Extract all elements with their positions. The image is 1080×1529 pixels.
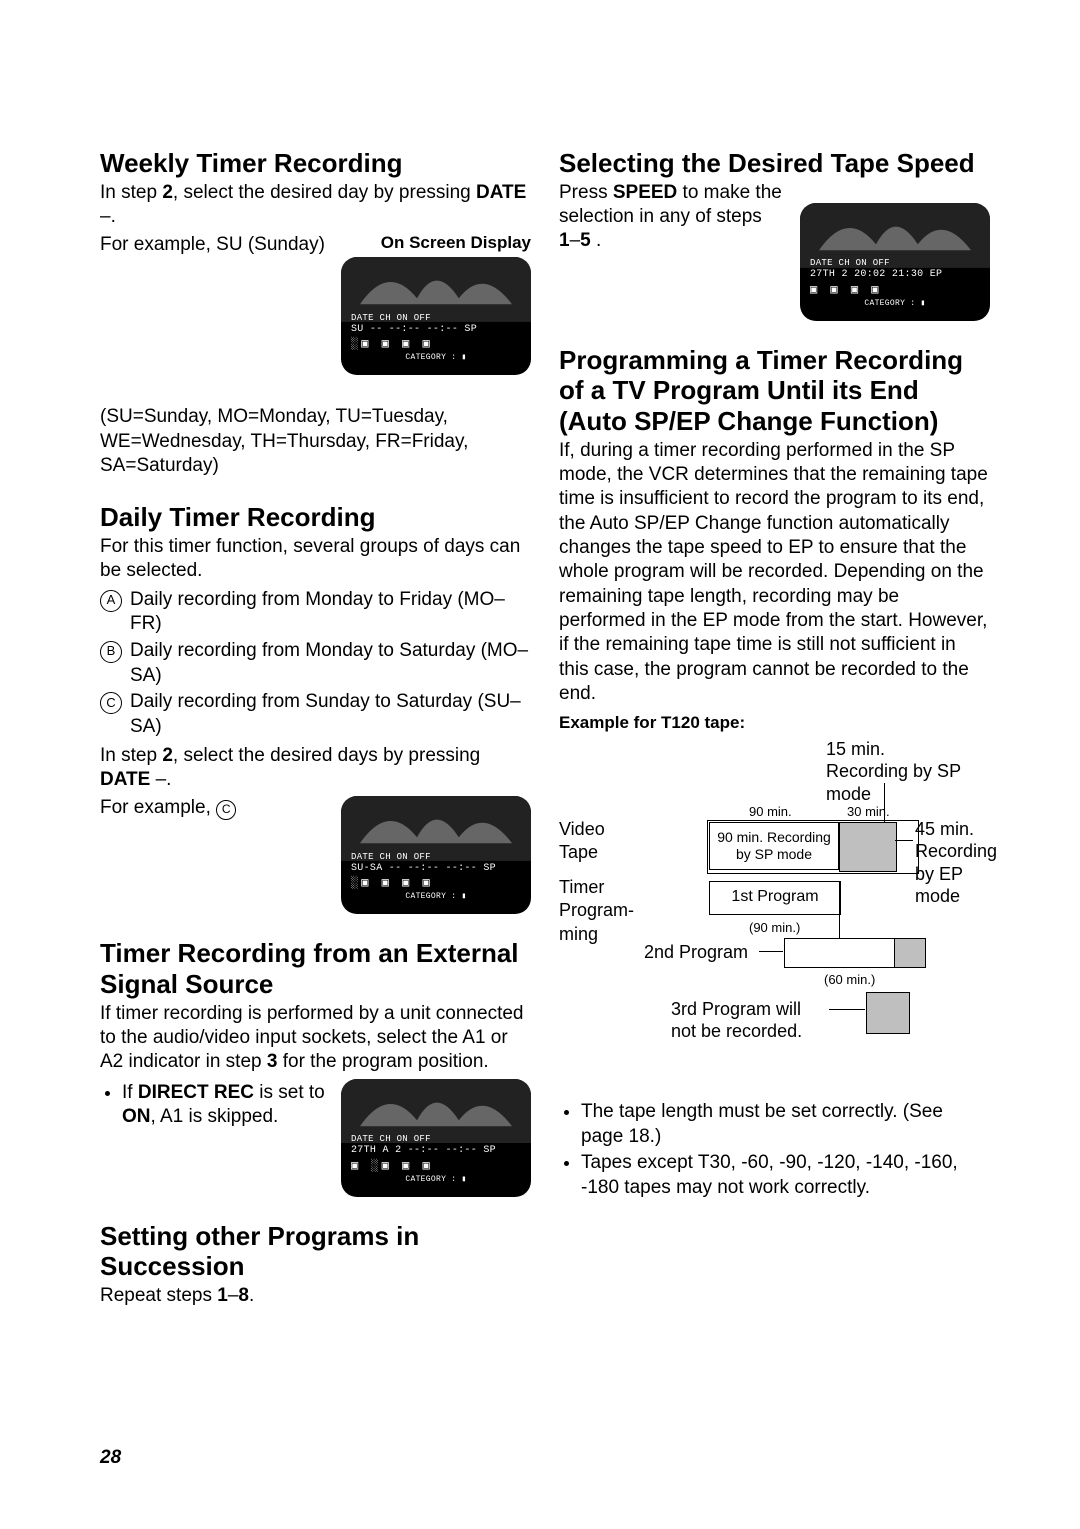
external-with-tv: If DIRECT REC is set to ON, A1 is skippe… bbox=[100, 1079, 531, 1197]
daily-with-tv: For example, C DATE CH ON OFF bbox=[100, 796, 531, 914]
weekly-heading: Weekly Timer Recording bbox=[100, 148, 531, 179]
list-item: B Daily recording from Monday to Saturda… bbox=[100, 639, 531, 688]
speed-p1: Press SPEED to make the selection in any… bbox=[559, 181, 788, 254]
daily-heading: Daily Timer Recording bbox=[100, 502, 531, 533]
succession-heading: Setting other Programs in Succession bbox=[100, 1221, 531, 1282]
auto-bullet: The tape length must be set correctly. (… bbox=[581, 1100, 990, 1149]
auto-section: Programming a Timer Recording of a TV Pr… bbox=[559, 345, 990, 1201]
osd-icons: ░▣ ▣ ▣ ▣ bbox=[351, 337, 521, 352]
tv-screenshot-icon: DATE CH ON OFF 27TH 2 20:02 21:30 EP ▣ ▣… bbox=[800, 203, 990, 321]
tv-screenshot-icon: DATE CH ON OFF SU -- --:-- --:-- SP ░▣ ▣… bbox=[341, 257, 531, 375]
d-60m: (60 min.) bbox=[824, 972, 875, 987]
d-3rd-box bbox=[866, 992, 910, 1034]
weekly-example: For example, SU (Sunday) bbox=[100, 233, 329, 257]
manual-page: Weekly Timer Recording In step 2, select… bbox=[0, 0, 1080, 1529]
columns: Weekly Timer Recording In step 2, select… bbox=[100, 148, 990, 1332]
example-label: Example for T120 tape: bbox=[559, 712, 990, 734]
auto-p1: If, during a timer recording performed i… bbox=[559, 439, 990, 706]
d-timer: TimerProgram-ming bbox=[559, 876, 634, 946]
d-45: 45 min.Recordingby EPmode bbox=[915, 818, 997, 908]
line-icon bbox=[839, 881, 840, 941]
circle-b-icon: B bbox=[100, 641, 122, 663]
left-column: Weekly Timer Recording In step 2, select… bbox=[100, 148, 531, 1332]
d-30min: 30 min. bbox=[847, 804, 890, 819]
weekly-section: Weekly Timer Recording In step 2, select… bbox=[100, 148, 531, 478]
external-bullet: If DIRECT REC is set to ON, A1 is skippe… bbox=[122, 1081, 329, 1130]
osd-label: On Screen Display bbox=[341, 233, 531, 253]
d-2nd-label: 2nd Program bbox=[644, 942, 748, 963]
d-90min: 90 min. bbox=[749, 804, 792, 819]
osd-icons: ░▣ ▣ ▣ ▣ bbox=[351, 876, 521, 891]
list-item: A Daily recording from Monday to Friday … bbox=[100, 588, 531, 637]
d-top-15: 15 min. Recording by SP mode bbox=[826, 738, 969, 806]
d-2nd-box-gray bbox=[894, 938, 926, 968]
auto-bullet: Tapes except T30, -60, -90, -120, -140, … bbox=[581, 1151, 990, 1200]
weekly-p1: In step 2, select the desired day by pre… bbox=[100, 181, 531, 230]
d-2nd-box bbox=[784, 938, 896, 968]
speed-with-tv: Press SPEED to make the selection in any… bbox=[559, 181, 990, 321]
page-number: 28 bbox=[100, 1447, 121, 1469]
speed-section: Selecting the Desired Tape Speed Press S… bbox=[559, 148, 990, 321]
circle-c-icon: C bbox=[100, 692, 122, 714]
d-video: VideoTape bbox=[559, 818, 605, 865]
d-90m: (90 min.) bbox=[749, 920, 800, 935]
external-heading: Timer Recording from an External Signal … bbox=[100, 938, 531, 999]
osd-icons: ▣ ░▣ ▣ ▣ bbox=[351, 1159, 521, 1174]
tv-screenshot-icon: DATE CH ON OFF SU-SA -- --:-- --:-- SP ░… bbox=[341, 796, 531, 914]
daily-example: For example, C bbox=[100, 796, 329, 820]
weekly-days: (SU=Sunday, MO=Monday, TU=Tuesday, WE=We… bbox=[100, 405, 531, 478]
external-p1: If timer recording is performed by a uni… bbox=[100, 1002, 531, 1075]
tape-outline bbox=[707, 820, 919, 874]
line-icon bbox=[829, 1009, 865, 1010]
succession-p1: Repeat steps 1–8. bbox=[100, 1284, 531, 1308]
external-section: Timer Recording from an External Signal … bbox=[100, 938, 531, 1196]
d-1st: 1st Program bbox=[709, 881, 841, 915]
osd-icons: ▣ ▣ ▣ ▣ bbox=[810, 283, 980, 298]
weekly-with-tv: For example, SU (Sunday) On Screen Displ… bbox=[100, 233, 531, 375]
right-column: Selecting the Desired Tape Speed Press S… bbox=[559, 148, 990, 1332]
circle-c-icon: C bbox=[216, 800, 236, 820]
line-icon bbox=[759, 951, 783, 952]
speed-heading: Selecting the Desired Tape Speed bbox=[559, 148, 990, 179]
circle-a-icon: A bbox=[100, 590, 122, 612]
daily-section: Daily Timer Recording For this timer fun… bbox=[100, 502, 531, 914]
d-3rd-label: 3rd Program willnot be recorded. bbox=[671, 998, 802, 1043]
t120-diagram: 15 min. Recording by SP mode 90 min. 30 … bbox=[559, 738, 969, 1098]
tv-screenshot-icon: DATE CH ON OFF 27TH A 2 --:-- --:-- SP ▣… bbox=[341, 1079, 531, 1197]
list-item: C Daily recording from Sunday to Saturda… bbox=[100, 690, 531, 739]
auto-heading: Programming a Timer Recording of a TV Pr… bbox=[559, 345, 990, 437]
succession-section: Setting other Programs in Succession Rep… bbox=[100, 1221, 531, 1309]
daily-p1: For this timer function, several groups … bbox=[100, 535, 531, 584]
daily-list: A Daily recording from Monday to Friday … bbox=[100, 588, 531, 740]
daily-p2: In step 2, select the desired days by pr… bbox=[100, 744, 531, 793]
